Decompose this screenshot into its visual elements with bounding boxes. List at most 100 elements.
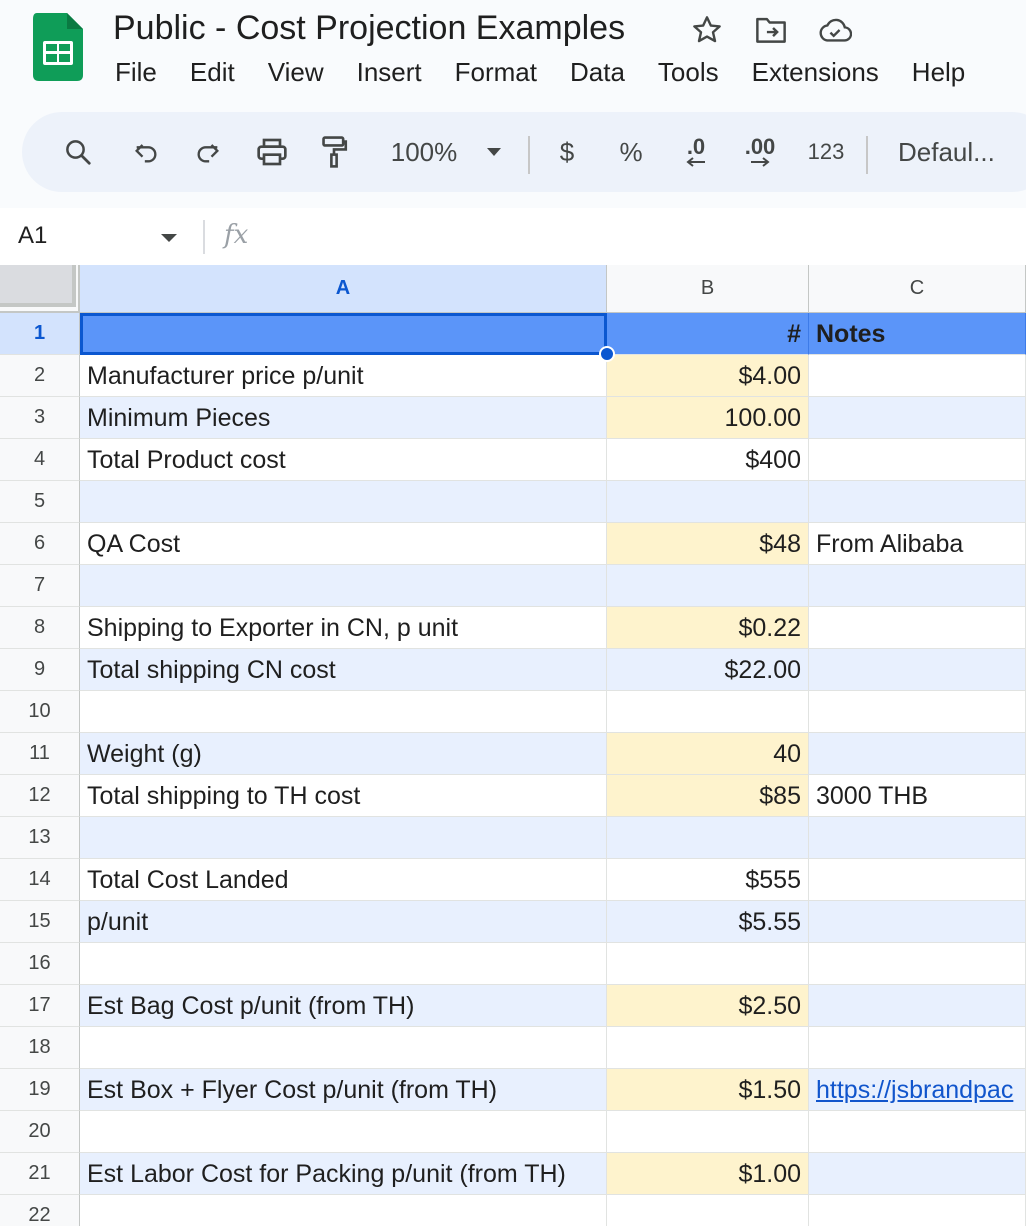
move-to-folder-icon[interactable] — [754, 13, 788, 47]
menu-tools[interactable]: Tools — [658, 57, 719, 88]
cell-c10[interactable] — [809, 691, 1026, 733]
row-header[interactable]: 5 — [0, 481, 80, 523]
cell-c18[interactable] — [809, 1027, 1026, 1069]
cell-a15[interactable]: p/unit — [80, 901, 607, 943]
row-header[interactable]: 9 — [0, 649, 80, 691]
sheets-logo-icon[interactable] — [33, 13, 83, 81]
percent-format-button[interactable]: % — [616, 132, 646, 172]
cell-c4[interactable] — [809, 439, 1026, 481]
currency-format-button[interactable]: $ — [552, 132, 582, 172]
menu-file[interactable]: File — [115, 57, 157, 88]
cell-b1[interactable]: # — [607, 313, 809, 355]
select-all-corner[interactable] — [0, 265, 80, 313]
cell-a3[interactable]: Minimum Pieces — [80, 397, 607, 439]
cell-b4[interactable]: $400 — [607, 439, 809, 481]
row-header[interactable]: 16 — [0, 943, 80, 985]
cell-a11[interactable]: Weight (g) — [80, 733, 607, 775]
decrease-decimal-button[interactable]: .0 — [674, 132, 718, 172]
cell-a12[interactable]: Total shipping to TH cost — [80, 775, 607, 817]
row-header[interactable]: 13 — [0, 817, 80, 859]
document-title[interactable]: Public - Cost Projection Examples — [113, 9, 625, 48]
row-header[interactable]: 3 — [0, 397, 80, 439]
row-header[interactable]: 18 — [0, 1027, 80, 1069]
cell-b17[interactable]: $2.50 — [607, 985, 809, 1027]
search-menus-icon[interactable] — [58, 132, 98, 172]
cell-b21[interactable]: $1.00 — [607, 1153, 809, 1195]
star-icon[interactable] — [690, 13, 724, 47]
row-header[interactable]: 20 — [0, 1111, 80, 1153]
column-header-a[interactable]: A — [80, 265, 607, 313]
row-header[interactable]: 21 — [0, 1153, 80, 1195]
cell-a20[interactable] — [80, 1111, 607, 1153]
cell-a16[interactable] — [80, 943, 607, 985]
cell-a6[interactable]: QA Cost — [80, 523, 607, 565]
cell-c8[interactable] — [809, 607, 1026, 649]
row-header[interactable]: 15 — [0, 901, 80, 943]
cell-c7[interactable] — [809, 565, 1026, 607]
name-box[interactable]: A1 — [18, 222, 47, 250]
cell-c16[interactable] — [809, 943, 1026, 985]
cell-c11[interactable] — [809, 733, 1026, 775]
cell-b10[interactable] — [607, 691, 809, 733]
cell-a21[interactable]: Est Labor Cost for Packing p/unit (from … — [80, 1153, 607, 1195]
cell-b6[interactable]: $48 — [607, 523, 809, 565]
row-header[interactable]: 22 — [0, 1195, 80, 1226]
cell-a5[interactable] — [80, 481, 607, 523]
cell-c19[interactable]: https://jsbrandpac — [809, 1069, 1026, 1111]
menu-format[interactable]: Format — [455, 57, 537, 88]
cell-b15[interactable]: $5.55 — [607, 901, 809, 943]
cell-c2[interactable] — [809, 355, 1026, 397]
spreadsheet-grid[interactable]: A B C 1 # Notes 2 Manufacturer price p/unit $… — [0, 265, 1026, 1226]
cell-c15[interactable] — [809, 901, 1026, 943]
font-select[interactable]: Defaul... — [898, 132, 1026, 172]
cell-c3[interactable] — [809, 397, 1026, 439]
cell-c1[interactable]: Notes — [809, 313, 1026, 355]
column-header-b[interactable]: B — [607, 265, 809, 313]
cell-a8[interactable]: Shipping to Exporter in CN, p unit — [80, 607, 607, 649]
cell-a4[interactable]: Total Product cost — [80, 439, 607, 481]
cell-b2[interactable]: $4.00 — [607, 355, 809, 397]
cell-b13[interactable] — [607, 817, 809, 859]
undo-icon[interactable] — [126, 132, 166, 172]
row-header[interactable]: 11 — [0, 733, 80, 775]
cell-c22[interactable] — [809, 1195, 1026, 1226]
cell-b19[interactable]: $1.50 — [607, 1069, 809, 1111]
menu-extensions[interactable]: Extensions — [752, 57, 879, 88]
row-header[interactable]: 8 — [0, 607, 80, 649]
row-header[interactable]: 10 — [0, 691, 80, 733]
row-header[interactable]: 19 — [0, 1069, 80, 1111]
row-header[interactable]: 4 — [0, 439, 80, 481]
column-header-c[interactable]: C — [809, 265, 1026, 313]
cell-b3[interactable]: 100.00 — [607, 397, 809, 439]
cell-b20[interactable] — [607, 1111, 809, 1153]
more-formats-button[interactable]: 123 — [804, 132, 848, 172]
cell-c12[interactable]: 3000 THB — [809, 775, 1026, 817]
cell-b8[interactable]: $0.22 — [607, 607, 809, 649]
cell-a13[interactable] — [80, 817, 607, 859]
cell-b16[interactable] — [607, 943, 809, 985]
name-box-dropdown-icon[interactable] — [160, 230, 178, 248]
menu-view[interactable]: View — [268, 57, 324, 88]
menu-help[interactable]: Help — [912, 57, 965, 88]
row-header[interactable]: 7 — [0, 565, 80, 607]
row-header[interactable]: 12 — [0, 775, 80, 817]
redo-icon[interactable] — [188, 132, 228, 172]
cell-c5[interactable] — [809, 481, 1026, 523]
cell-b9[interactable]: $22.00 — [607, 649, 809, 691]
menu-insert[interactable]: Insert — [357, 57, 422, 88]
row-header[interactable]: 14 — [0, 859, 80, 901]
menu-data[interactable]: Data — [570, 57, 625, 88]
cell-b11[interactable]: 40 — [607, 733, 809, 775]
cell-a10[interactable] — [80, 691, 607, 733]
cell-b5[interactable] — [607, 481, 809, 523]
print-icon[interactable] — [252, 132, 292, 172]
zoom-dropdown-icon[interactable] — [480, 132, 508, 172]
cell-a22[interactable] — [80, 1195, 607, 1226]
row-header[interactable]: 1 — [0, 313, 80, 355]
cell-b18[interactable] — [607, 1027, 809, 1069]
menu-edit[interactable]: Edit — [190, 57, 235, 88]
cell-a9[interactable]: Total shipping CN cost — [80, 649, 607, 691]
row-header[interactable]: 6 — [0, 523, 80, 565]
cloud-saved-icon[interactable] — [818, 13, 852, 47]
selection-fill-handle[interactable] — [599, 346, 615, 362]
